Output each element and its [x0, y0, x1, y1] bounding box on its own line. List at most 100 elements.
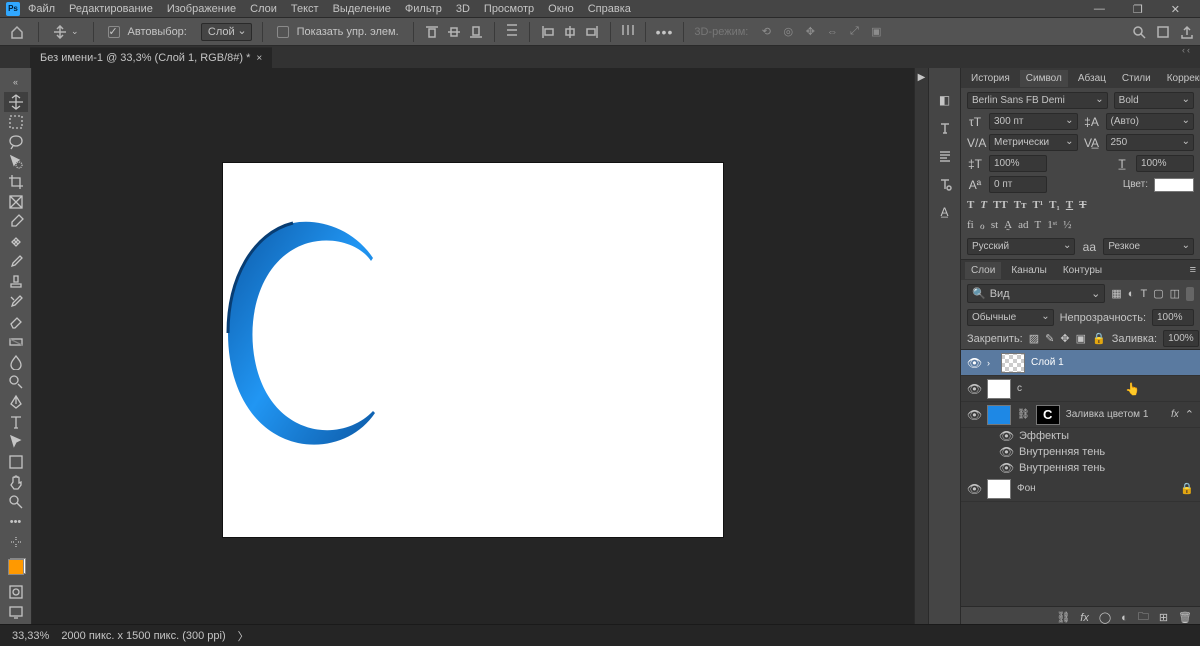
autoselect-checkbox[interactable]: Автовыбор:	[104, 24, 191, 40]
layer-name[interactable]: Слой 1	[1031, 357, 1194, 368]
quickmask-icon[interactable]	[4, 582, 28, 602]
lasso-tool[interactable]	[4, 132, 28, 152]
align-right-icon[interactable]	[584, 25, 600, 39]
layer-thumb[interactable]	[1001, 353, 1025, 373]
zoom-level[interactable]: 33,33%	[12, 630, 49, 642]
history-brush-tool[interactable]	[4, 292, 28, 312]
crop-tool[interactable]	[4, 172, 28, 192]
menu-image[interactable]: Изображение	[167, 3, 236, 15]
layer-name[interactable]: Заливка цветом 1	[1066, 409, 1165, 420]
layers-menu-icon[interactable]: ≡	[1190, 264, 1196, 276]
3d-orbit-icon[interactable]: ⟲	[758, 25, 774, 38]
font-weight-select[interactable]: Bold	[1114, 92, 1194, 109]
layer-row[interactable]: 👁 c 👆	[961, 376, 1200, 402]
link-layers-icon[interactable]: ⛓	[1056, 611, 1070, 624]
tab-adjustments[interactable]: Коррекция	[1161, 70, 1200, 87]
filter-shape-icon[interactable]: ▢	[1153, 287, 1163, 300]
lock-all-icon[interactable]: 🔒	[1092, 332, 1106, 345]
shape-tool[interactable]	[4, 452, 28, 472]
fill-value[interactable]: 100%	[1163, 330, 1199, 347]
menu-layers[interactable]: Слои	[250, 3, 277, 15]
effect-row[interactable]: 👁 Внутренняя тень	[961, 460, 1200, 476]
text-color-swatch[interactable]	[1154, 178, 1194, 192]
more-tools-icon[interactable]: •••	[4, 512, 28, 532]
filter-type-icon[interactable]: T	[1140, 288, 1147, 300]
effect-row[interactable]: 👁 Внутренняя тень	[961, 444, 1200, 460]
filter-pixel-icon[interactable]: ▦	[1111, 287, 1121, 300]
menu-select[interactable]: Выделение	[333, 3, 391, 15]
menu-3d[interactable]: 3D	[456, 3, 470, 15]
visibility-icon[interactable]: 👁	[967, 408, 981, 422]
menu-view[interactable]: Просмотр	[484, 3, 534, 15]
swash-icon[interactable]: A̰	[1004, 219, 1012, 232]
filter-smart-icon[interactable]: ◫	[1170, 287, 1180, 300]
distribute-h-icon[interactable]	[621, 23, 635, 40]
ligatures-icon[interactable]: fi	[967, 219, 974, 232]
screen-mode-icon[interactable]	[1156, 25, 1170, 42]
fx-badge[interactable]: fx	[1171, 409, 1179, 420]
layer-mask-icon[interactable]: ◯	[1099, 611, 1111, 624]
visibility-icon[interactable]: 👁	[999, 429, 1013, 443]
language-select[interactable]: Русский	[967, 238, 1075, 255]
maximize-icon[interactable]: ❐	[1133, 3, 1143, 16]
doc-info[interactable]: 2000 пикс. x 1500 пикс. (300 ppi)	[61, 630, 225, 642]
eraser-tool[interactable]	[4, 312, 28, 332]
canvas-area[interactable]	[32, 68, 914, 628]
visibility-icon[interactable]: 👁	[999, 461, 1013, 475]
layer-filter[interactable]: 🔍Вид⌄	[967, 284, 1105, 303]
3d-camera-icon[interactable]: ▣	[868, 25, 884, 38]
close-icon[interactable]: ✕	[1171, 3, 1180, 16]
path-select-tool[interactable]	[4, 432, 28, 452]
align-top-icon[interactable]	[424, 25, 440, 39]
stylistic-icon[interactable]: ad	[1018, 219, 1028, 232]
visibility-icon[interactable]: 👁	[967, 382, 981, 396]
blur-tool[interactable]	[4, 352, 28, 372]
zoom-tool[interactable]	[4, 492, 28, 512]
collapse-icon[interactable]: «	[4, 72, 28, 92]
color-swatches[interactable]	[4, 552, 28, 582]
hscale[interactable]: 100%	[1136, 155, 1194, 172]
layer-row[interactable]: 👁 › Слой 1	[961, 350, 1200, 376]
gradient-tool[interactable]	[4, 332, 28, 352]
layer-row[interactable]: 👁 ⛓ C Заливка цветом 1 fx ⌃	[961, 402, 1200, 428]
new-adjustment-icon[interactable]: ◐	[1121, 612, 1128, 624]
menu-edit[interactable]: Редактирование	[69, 3, 153, 15]
menu-text[interactable]: Текст	[291, 3, 319, 15]
layer-name[interactable]: c	[1017, 383, 1194, 394]
search-icon[interactable]	[1132, 25, 1146, 42]
strikethrough-icon[interactable]: T	[1079, 199, 1086, 211]
contextual-icon[interactable]: ℴ	[980, 219, 985, 232]
lock-transparency-icon[interactable]: ▨	[1029, 332, 1039, 345]
info-more-icon[interactable]: 〉	[238, 628, 249, 644]
kerning[interactable]: Метрически	[989, 134, 1078, 151]
stamp-tool[interactable]	[4, 272, 28, 292]
lock-paint-icon[interactable]: ✎	[1045, 332, 1054, 345]
autoselect-target[interactable]: Слой	[201, 23, 252, 41]
leading[interactable]: (Авто)	[1106, 113, 1195, 130]
titling-icon[interactable]: T	[1035, 219, 1042, 232]
eyedropper-tool[interactable]	[4, 212, 28, 232]
menu-help[interactable]: Справка	[588, 3, 631, 15]
layer-thumb[interactable]	[987, 479, 1011, 499]
type-tool[interactable]	[4, 412, 28, 432]
glyphs-panel-icon[interactable]	[933, 174, 957, 194]
opacity-value[interactable]: 100%	[1152, 309, 1194, 326]
fractions-icon[interactable]: ½	[1063, 219, 1071, 232]
paragraph-panel-icon[interactable]	[933, 146, 957, 166]
marquee-tool[interactable]	[4, 112, 28, 132]
smallcaps-icon[interactable]: Tᴛ	[1014, 199, 1027, 211]
faux-bold-icon[interactable]: T	[967, 199, 974, 211]
3d-slide-icon[interactable]: ⇔	[824, 25, 840, 38]
more-icon[interactable]: •••	[656, 24, 674, 40]
move-tool-icon[interactable]: ⌄	[49, 23, 83, 41]
showcontrols-checkbox[interactable]: Показать упр. элем.	[273, 24, 403, 40]
layer-thumb[interactable]	[987, 405, 1011, 425]
font-size[interactable]: 300 пт	[989, 113, 1078, 130]
tracking[interactable]: 250	[1106, 134, 1195, 151]
allcaps-icon[interactable]: TT	[993, 199, 1008, 211]
tab-close-icon[interactable]: ×	[256, 53, 262, 64]
menu-filter[interactable]: Фильтр	[405, 3, 442, 15]
lock-artboard-icon[interactable]: ▣	[1076, 332, 1086, 345]
visibility-icon[interactable]: 👁	[967, 482, 981, 496]
move-tool[interactable]	[4, 92, 28, 112]
